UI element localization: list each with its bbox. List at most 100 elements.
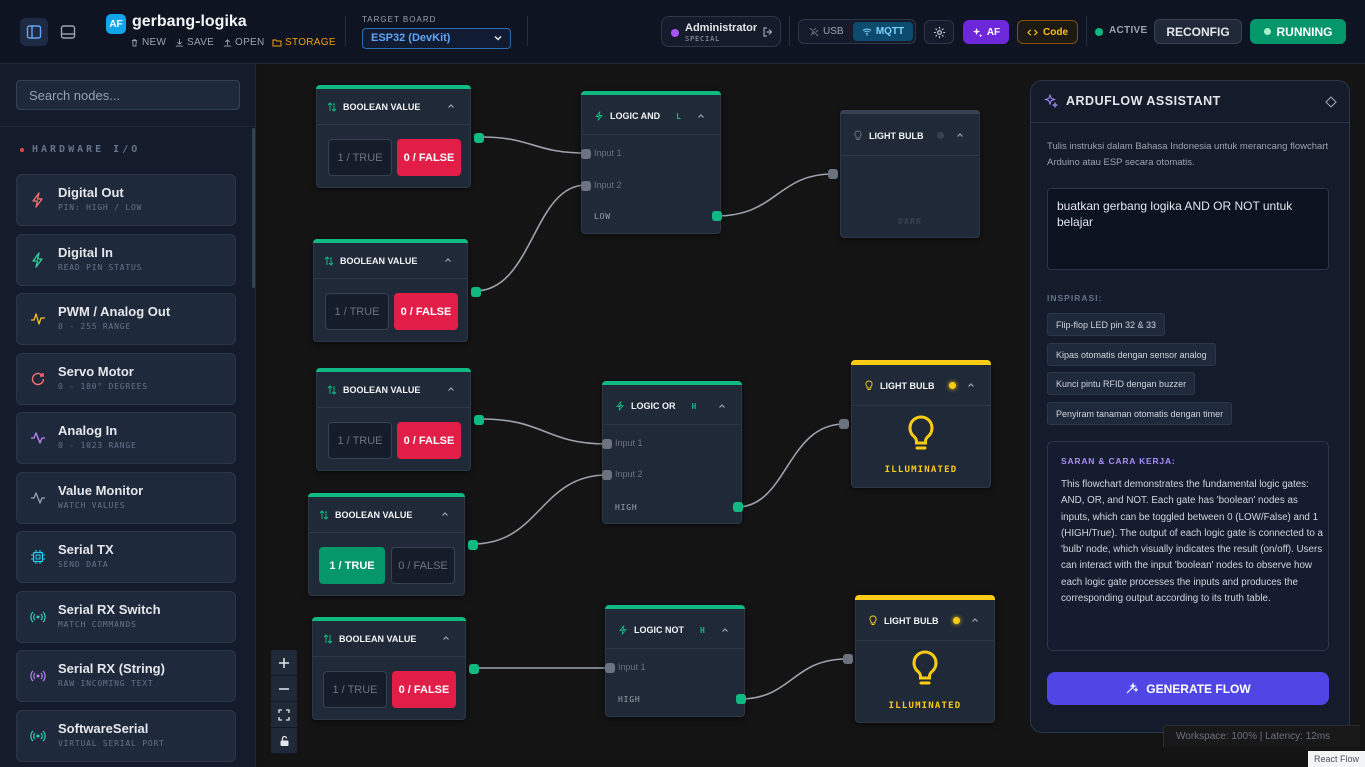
node-palette-item[interactable]: SoftwareSerial VIRTUAL SERIAL PORT (16, 710, 236, 762)
logic-or-node[interactable]: LOGIC OR H Input 1 Input 2 HIGH (602, 381, 743, 524)
wire[interactable] (715, 173, 834, 217)
boolean-node[interactable]: BOOLEAN VALUE 1 / TRUE 0 / FALSE (313, 239, 481, 342)
true-button[interactable]: 1 / TRUE (328, 139, 392, 176)
settings-button[interactable] (924, 20, 954, 44)
boolean-node[interactable]: BOOLEAN VALUE 1 / TRUE 0 / FALSE (308, 493, 478, 596)
wire[interactable] (474, 184, 587, 292)
fit-view-button[interactable] (271, 702, 297, 728)
input-label: Input 2 (615, 469, 643, 479)
input-handle[interactable] (581, 149, 591, 159)
output-handle[interactable] (474, 133, 484, 143)
input-handle[interactable] (602, 470, 612, 480)
boolean-node[interactable]: BOOLEAN VALUE 1 / TRUE 0 / FALSE (316, 368, 484, 471)
node-palette-item[interactable]: Digital Out PIN: HIGH / LOW (16, 174, 236, 226)
chevron-up-icon[interactable] (955, 130, 965, 140)
node-palette-item[interactable]: Serial RX Switch MATCH COMMANDS (16, 591, 236, 643)
light-bulb-node[interactable]: LIGHT BULB ILLUMINATED (843, 595, 995, 723)
boolean-node[interactable]: BOOLEAN VALUE 1 / TRUE 0 / FALSE (316, 85, 484, 188)
chevron-up-icon[interactable] (970, 615, 980, 625)
true-button[interactable]: 1 / TRUE (328, 422, 392, 459)
output-handle[interactable] (733, 502, 743, 512)
output-handle[interactable] (468, 540, 478, 550)
mqtt-mode-button[interactable]: MQTT (853, 22, 913, 41)
input-handle[interactable] (605, 663, 615, 673)
node-palette-item[interactable]: PWM / Analog Out 0 - 255 RANGE (16, 293, 236, 345)
node-palette-item[interactable]: Value Monitor WATCH VALUES (16, 472, 236, 524)
bottom-panel-toggle-button[interactable] (54, 18, 82, 46)
false-button[interactable]: 0 / FALSE (391, 547, 455, 584)
wire[interactable] (480, 418, 608, 445)
project-name[interactable]: gerbang-logika (132, 13, 247, 31)
inspiration-chip[interactable]: Flip-flop LED pin 32 & 33 (1047, 313, 1166, 336)
running-button[interactable]: RUNNING (1250, 19, 1346, 44)
node-palette-item[interactable]: Analog In 0 - 1023 RANGE (16, 412, 236, 464)
new-button[interactable]: NEW (130, 37, 166, 48)
node-palette-item[interactable]: Digital In READ PIN STATUS (16, 234, 236, 286)
storage-button[interactable]: STORAGE (272, 37, 336, 48)
react-flow-attribution[interactable]: React Flow (1308, 751, 1365, 767)
sidebar-toggle-button[interactable] (20, 18, 48, 46)
chevron-up-icon[interactable] (443, 255, 453, 265)
node-palette-item[interactable]: Servo Motor 0 - 180° DEGREES (16, 353, 236, 405)
wire[interactable] (736, 423, 845, 508)
inspiration-chip[interactable]: Kunci pintu RFID dengan buzzer (1047, 372, 1196, 395)
flow-canvas[interactable]: BOOLEAN VALUE 1 / TRUE 0 / FALSE BOOLEAN… (257, 64, 1365, 767)
input-handle[interactable] (839, 419, 849, 429)
chevron-up-icon[interactable] (440, 509, 450, 519)
search-input[interactable] (17, 81, 239, 109)
code-button[interactable]: Code (1017, 20, 1078, 44)
output-handle[interactable] (469, 664, 479, 674)
diamond-icon[interactable] (1325, 96, 1337, 108)
target-board-select[interactable]: ESP32 (DevKit) (362, 28, 511, 49)
boolean-node[interactable]: BOOLEAN VALUE 1 / TRUE 0 / FALSE (312, 617, 479, 720)
wire[interactable] (480, 136, 587, 154)
false-button[interactable]: 0 / FALSE (394, 293, 458, 330)
output-handle[interactable] (474, 415, 484, 425)
generate-flow-button[interactable]: GENERATE FLOW (1047, 672, 1329, 705)
input-handle[interactable] (843, 654, 853, 664)
save-button[interactable]: SAVE (175, 37, 214, 48)
true-button[interactable]: 1 / TRUE (319, 547, 385, 584)
true-button[interactable]: 1 / TRUE (325, 293, 389, 330)
input-handle[interactable] (581, 181, 591, 191)
output-handle[interactable] (736, 694, 746, 704)
chevron-up-icon[interactable] (446, 101, 456, 111)
chevron-up-icon[interactable] (446, 384, 456, 394)
node-palette-item[interactable]: Serial TX SEND DATA (16, 531, 236, 583)
ai-assistant-button[interactable]: AF (963, 20, 1009, 44)
zoom-in-button[interactable] (271, 650, 297, 676)
sidebar-scrollbar[interactable] (252, 128, 255, 288)
chevron-up-icon[interactable] (966, 380, 976, 390)
lock-button[interactable] (271, 728, 297, 754)
light-bulb-node[interactable]: LIGHT BULB DARK (828, 110, 980, 238)
output-handle[interactable] (712, 211, 722, 221)
node-palette-item[interactable]: Serial RX (String) RAW INCOMING TEXT (16, 650, 236, 702)
input-handle[interactable] (828, 169, 838, 179)
wire[interactable] (739, 658, 848, 700)
logic-and-node[interactable]: LOGIC AND L Input 1 Input 2 LOW (581, 91, 722, 234)
prompt-textarea[interactable]: buatkan gerbang logika AND OR NOT untuk … (1047, 188, 1329, 270)
chevron-up-icon[interactable] (717, 401, 727, 411)
inspiration-chip[interactable]: Penyiram tanaman otomatis dengan timer (1047, 402, 1233, 425)
chevron-up-icon[interactable] (720, 625, 730, 635)
chevron-up-icon[interactable] (696, 111, 706, 121)
open-button[interactable]: OPEN (223, 37, 265, 48)
inspiration-chip[interactable]: Kipas otomatis dengan sensor analog (1047, 343, 1216, 366)
magic-wand-icon (1126, 682, 1139, 694)
panel-bottom-icon (60, 25, 76, 39)
reconfig-button[interactable]: RECONFIG (1154, 19, 1242, 44)
false-button[interactable]: 0 / FALSE (392, 671, 456, 708)
logout-icon[interactable] (762, 26, 774, 38)
zoom-out-button[interactable] (271, 676, 297, 702)
chevron-up-icon[interactable] (441, 633, 451, 643)
false-button[interactable]: 0 / FALSE (397, 139, 461, 176)
logic-not-node[interactable]: LOGIC NOT H Input 1 HIGH (605, 605, 746, 717)
false-button[interactable]: 0 / FALSE (397, 422, 461, 459)
light-bulb-node[interactable]: LIGHT BULB ILLUMINATED (839, 360, 991, 488)
wire[interactable] (472, 474, 608, 545)
user-account[interactable]: Administrator SPECIAL (661, 16, 781, 47)
true-button[interactable]: 1 / TRUE (323, 671, 387, 708)
usb-mode-button[interactable]: USB (803, 23, 850, 40)
output-handle[interactable] (471, 287, 481, 297)
input-handle[interactable] (602, 439, 612, 449)
